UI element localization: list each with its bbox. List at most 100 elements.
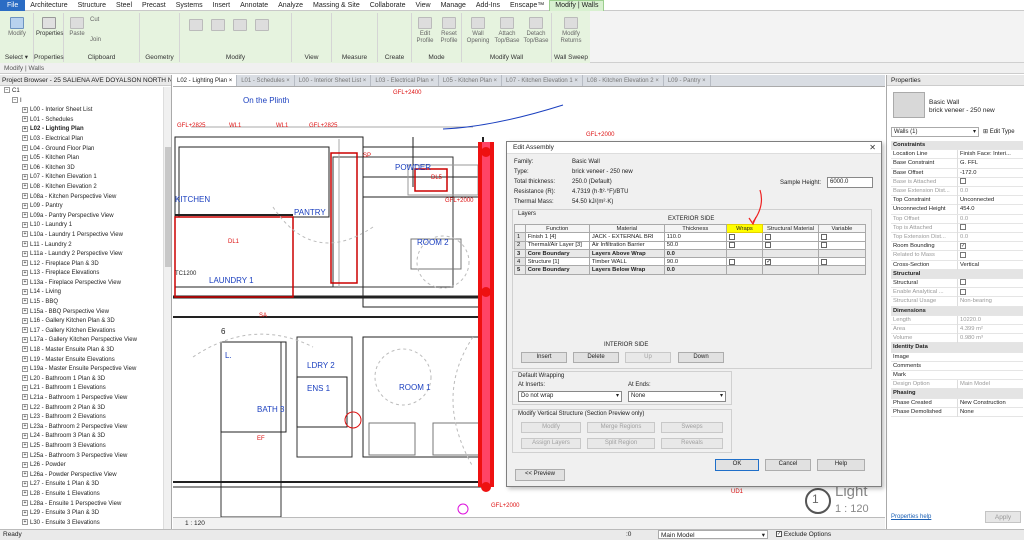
menu-item[interactable]: Structure — [73, 0, 111, 11]
browser-item[interactable]: + L11 - Laundry 2 — [0, 240, 164, 251]
expand-toggle-icon[interactable]: + — [22, 144, 28, 151]
layer-structural[interactable] — [762, 240, 819, 250]
expand-toggle-icon[interactable]: + — [22, 432, 28, 439]
property-row[interactable]: Comments — [891, 362, 1023, 371]
layer-variable[interactable] — [817, 257, 867, 267]
close-tab-icon[interactable]: × — [361, 78, 367, 84]
property-section-header[interactable]: Identity Data — [891, 343, 1023, 353]
layer-thickness[interactable]: 50.0 — [663, 240, 727, 250]
layer-row[interactable]: 4 Structure [1] Timber WALL 90.0 — [514, 257, 867, 267]
property-value[interactable]: 0.0 — [957, 187, 1021, 196]
property-value[interactable]: Vertical — [957, 260, 1021, 270]
layer-wraps[interactable] — [725, 257, 764, 267]
property-value[interactable] — [957, 177, 1021, 187]
edit-type-button[interactable]: ⊞ Edit Type — [983, 127, 1021, 137]
property-row[interactable]: Base Offset -172.0 — [891, 168, 1023, 178]
property-row[interactable]: Image — [891, 353, 1023, 362]
expand-toggle-icon[interactable]: + — [22, 308, 28, 315]
layer-structural[interactable] — [762, 232, 819, 242]
layer-row[interactable]: 1 Finish 1 [4] JACK - EXTERNAL BRI 110.0 — [514, 232, 867, 242]
browser-item[interactable]: + L21 - Bathroom 1 Elevations — [0, 384, 164, 394]
wall-opening-button[interactable]: Wall Opening — [464, 17, 492, 45]
browser-item[interactable]: + L30 - Ensuite 3 Elevations — [0, 519, 164, 529]
layer-material[interactable]: Timber WALL — [588, 257, 665, 267]
close-icon[interactable]: ✕ — [869, 143, 876, 152]
layer-thickness[interactable]: 0.0 — [663, 248, 727, 259]
expand-toggle-icon[interactable]: + — [22, 135, 28, 142]
browser-item[interactable]: + L12 - Fireplace Plan & 3D — [0, 260, 164, 270]
menu-item[interactable]: Manage — [436, 0, 471, 11]
move-icon[interactable] — [254, 19, 270, 33]
browser-item[interactable]: + L24 - Bathroom 3 Plan & 3D — [0, 432, 164, 442]
browser-item[interactable]: + L10a - Laundry 1 Perspective View — [0, 231, 164, 241]
expand-toggle-icon[interactable]: + — [22, 221, 28, 228]
menu-item[interactable]: Systems — [171, 0, 208, 11]
expand-toggle-icon[interactable]: + — [22, 240, 28, 247]
browser-item[interactable]: + L28a - Ensuite 1 Perspective View — [0, 499, 164, 510]
layer-row[interactable]: 5 Core Boundary Layers Below Wrap 0.0 — [514, 265, 867, 275]
layer-structural[interactable] — [762, 257, 819, 267]
layer-function[interactable]: Finish 1 [4] — [524, 232, 590, 242]
menu-item[interactable]: Insert — [208, 0, 236, 11]
menu-item[interactable]: Steel — [111, 0, 137, 11]
browser-item[interactable]: + L25 - Bathroom 3 Elevations — [0, 442, 164, 452]
property-value[interactable]: -172.0 — [957, 168, 1021, 178]
modify-returns-button[interactable]: Modify Returns — [554, 17, 588, 45]
browser-item[interactable]: + L11a - Laundry 2 Perspective View — [0, 250, 164, 260]
help-button[interactable]: Help — [817, 459, 865, 471]
move-down-button[interactable]: Down — [678, 352, 724, 363]
at-ends-dropdown[interactable]: None ▾ — [628, 391, 726, 402]
modify-button[interactable]: Modify — [3, 17, 31, 38]
property-section-header[interactable]: Dimensions — [891, 306, 1023, 316]
mirror-icon[interactable] — [232, 19, 248, 33]
layer-function[interactable]: Core Boundary — [524, 265, 590, 275]
reveals-button[interactable]: Reveals — [661, 438, 723, 449]
browser-item[interactable]: + L27 - Ensuite 1 Plan & 3D — [0, 480, 164, 490]
view-tab[interactable]: L00 - Interior Sheet List × — [295, 75, 372, 86]
menu-item[interactable]: Enscape™ — [505, 0, 549, 11]
checkbox-icon[interactable] — [960, 224, 966, 231]
property-value[interactable]: 0.980 m³ — [957, 334, 1021, 344]
expand-toggle-icon[interactable]: + — [22, 164, 28, 171]
expand-toggle-icon[interactable]: + — [22, 336, 28, 343]
layer-wraps[interactable] — [725, 265, 764, 275]
layer-variable[interactable] — [817, 232, 867, 242]
reset-profile-button[interactable]: Reset Profile — [438, 17, 460, 45]
checkbox-icon[interactable] — [960, 178, 966, 185]
layer-variable[interactable] — [817, 265, 867, 275]
expand-toggle-icon[interactable]: + — [22, 279, 28, 286]
browser-item[interactable]: + L26 - Powder — [0, 461, 164, 471]
browser-item[interactable]: + L23 - Bathroom 2 Elevations — [0, 413, 164, 423]
browser-item[interactable]: + L06 - Kitchen 3D — [0, 164, 164, 174]
property-value[interactable]: Finish Face: Interi... — [957, 150, 1021, 160]
expand-toggle-icon[interactable]: + — [22, 442, 28, 449]
at-inserts-dropdown[interactable]: Do not wrap ▾ — [518, 391, 622, 402]
expand-toggle-icon[interactable]: + — [22, 519, 28, 526]
property-value[interactable]: Non-bearing — [957, 297, 1021, 307]
browser-item[interactable]: + L13a - Fireplace Perspective View — [0, 279, 164, 289]
wraps-checkbox[interactable] — [728, 233, 735, 240]
checkbox-icon[interactable] — [960, 251, 966, 258]
property-value[interactable]: 454.0 — [957, 205, 1021, 215]
browser-item[interactable]: + L15a - BBQ Perspective View — [0, 308, 164, 318]
property-row[interactable]: Area 4.399 m² — [891, 325, 1023, 335]
browser-item[interactable]: + L16 - Gallery Kitchen Plan & 3D — [0, 317, 164, 327]
property-value[interactable]: None — [957, 407, 1021, 417]
close-tab-icon[interactable]: × — [573, 78, 578, 84]
property-row[interactable]: Cross-Section Vertical — [891, 260, 1023, 270]
browser-item[interactable]: + L20 - Bathroom 1 Plan & 3D — [0, 375, 164, 385]
expand-toggle-icon[interactable]: + — [22, 202, 28, 209]
menu-item[interactable]: Precast — [137, 0, 171, 11]
property-row[interactable]: Top is Attached — [891, 223, 1023, 233]
browser-item[interactable]: + L18 - Master Ensuite Plan & 3D — [0, 346, 164, 356]
browser-item[interactable]: + L17 - Gallery Kitchen Elevations — [0, 327, 164, 337]
browser-item[interactable]: + L22 - Bathroom 2 Plan & 3D — [0, 404, 164, 414]
layer-wraps[interactable] — [725, 248, 764, 259]
variable-checkbox[interactable] — [820, 233, 827, 240]
ribbon-group-label[interactable]: Select ▾ — [0, 53, 33, 61]
expand-toggle-icon[interactable]: + — [22, 125, 28, 132]
menu-item[interactable]: Analyze — [273, 0, 308, 11]
wraps-checkbox[interactable] — [728, 242, 735, 248]
browser-item[interactable]: + L21a - Bathroom 1 Perspective View — [0, 394, 164, 404]
layer-thickness[interactable]: 110.0 — [663, 232, 727, 242]
